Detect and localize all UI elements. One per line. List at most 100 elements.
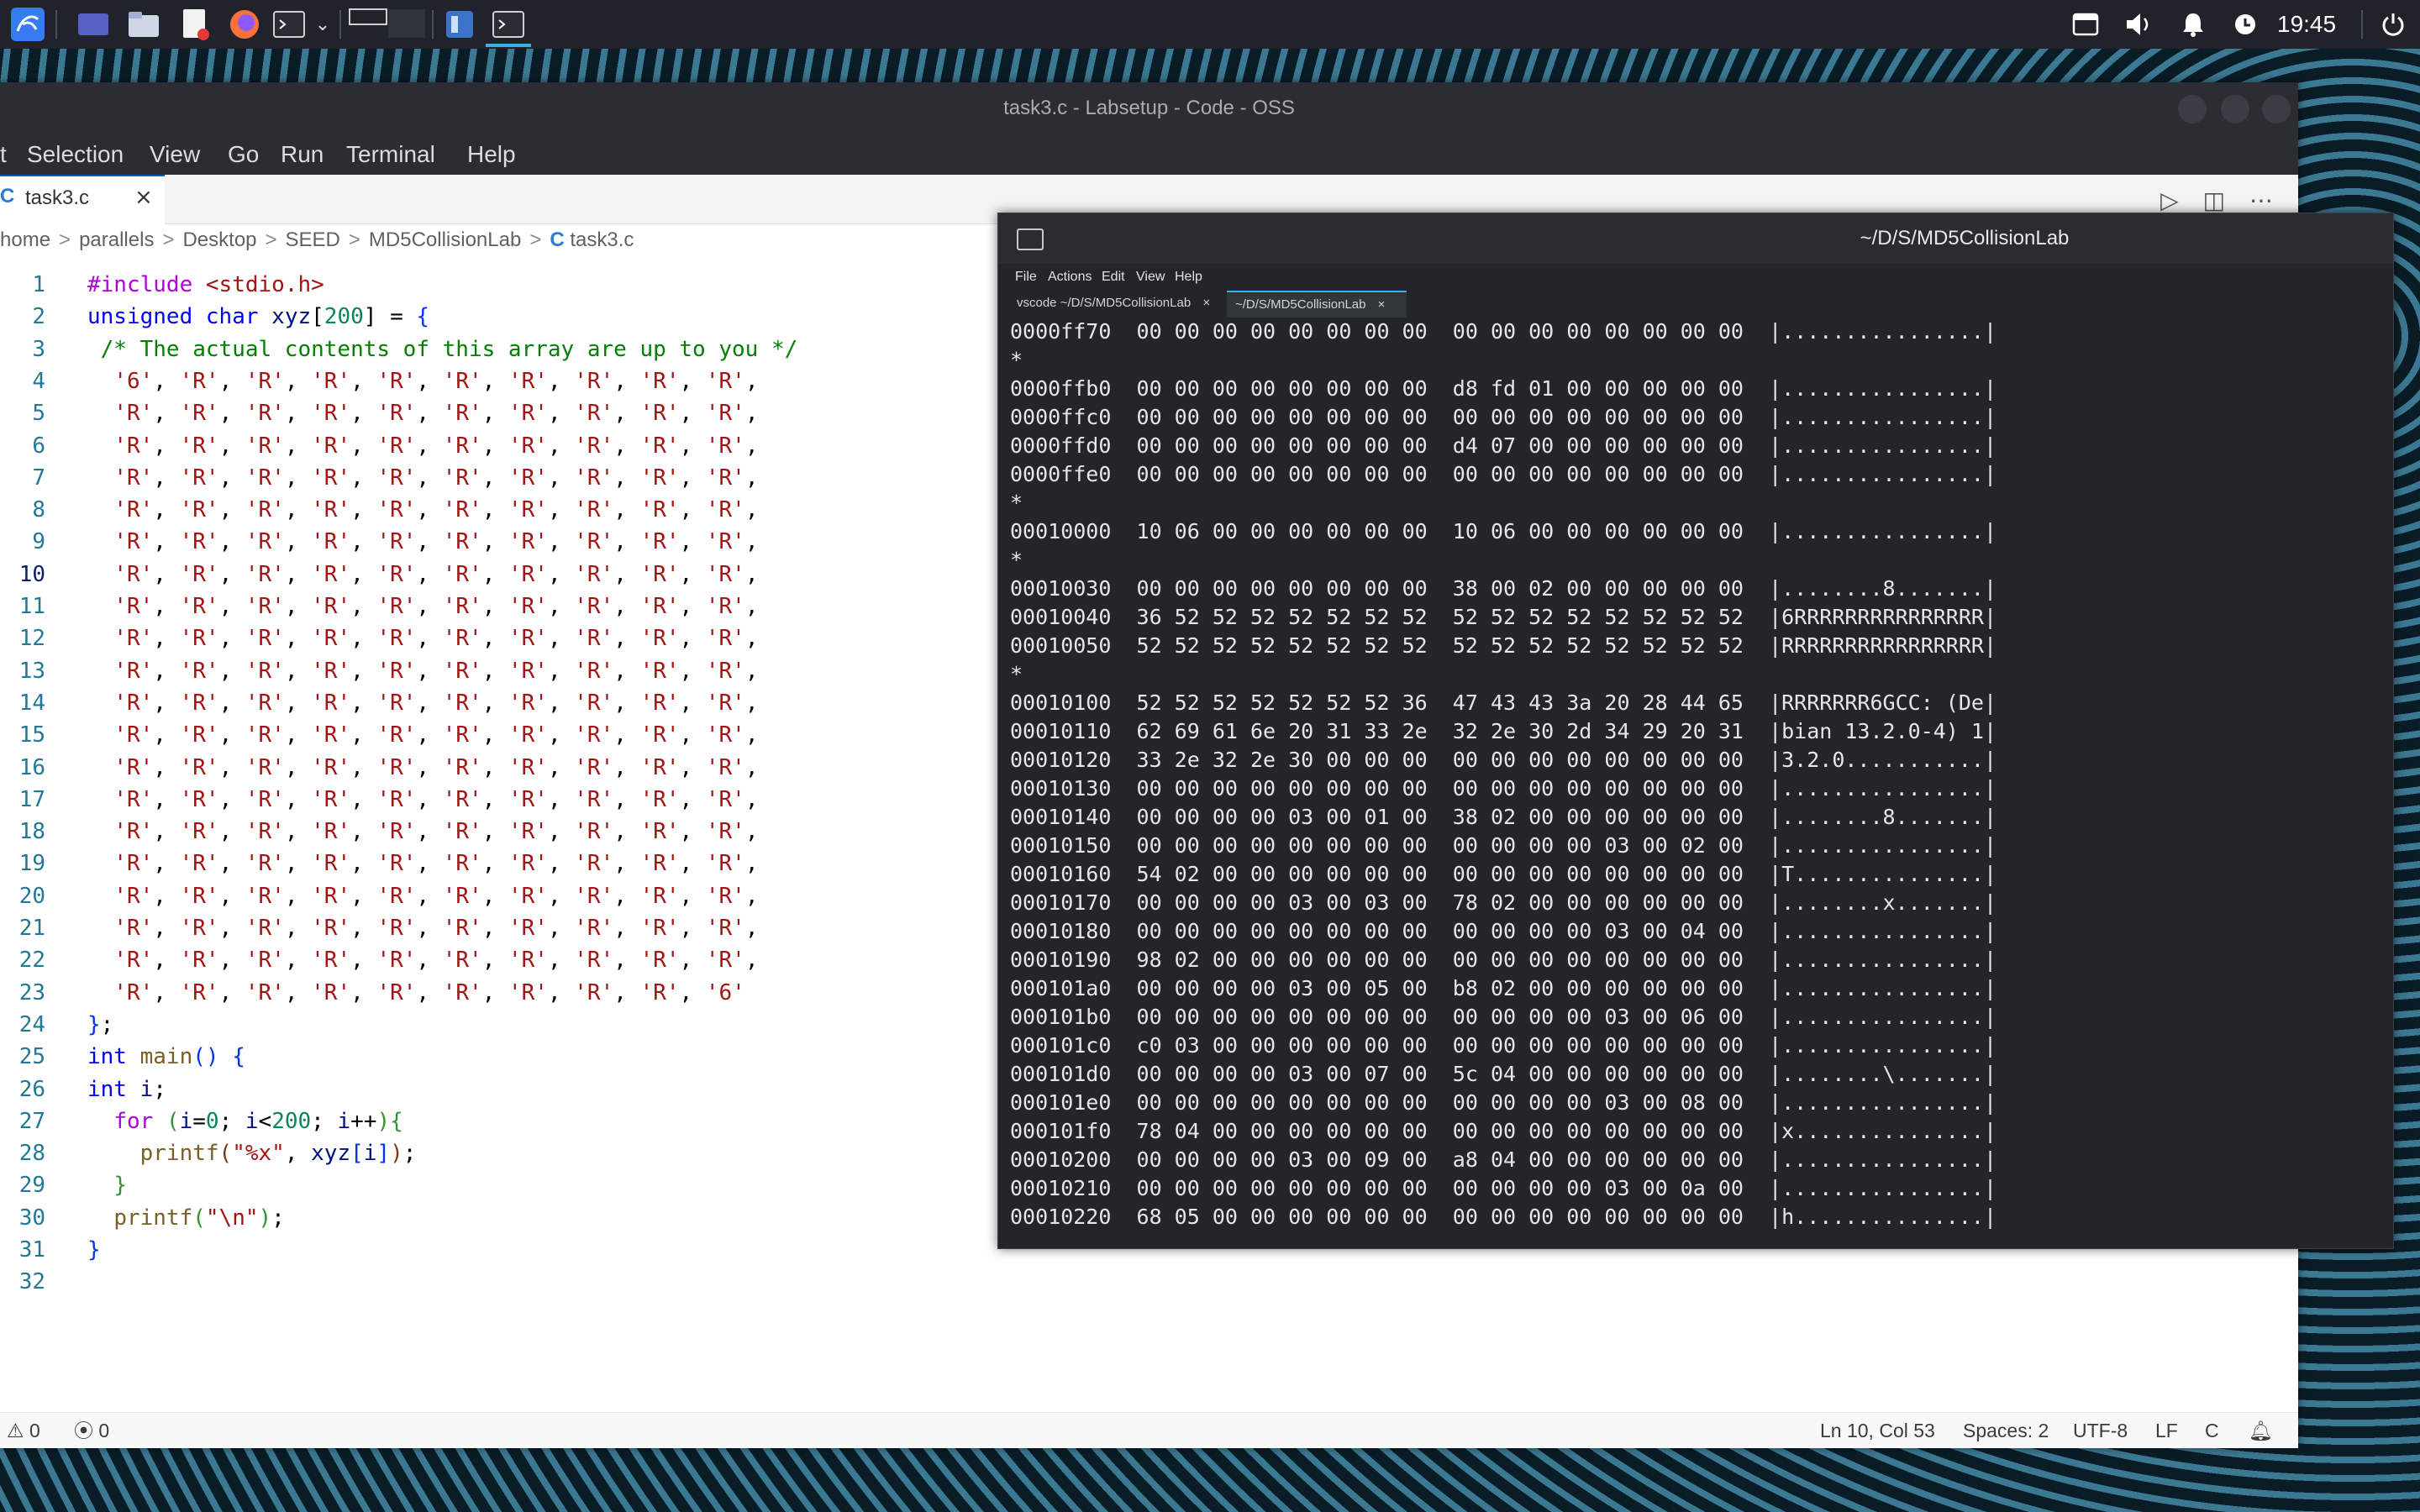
breadcrumb-seed[interactable]: SEED (286, 228, 340, 251)
tab-task3-c[interactable]: C task3.c × (0, 175, 165, 225)
notification-bell-icon[interactable]: 🔔︎ (2249, 1413, 2273, 1448)
window-switcher-icon[interactable] (346, 7, 429, 42)
code-text: 'R', 'R', 'R', 'R', 'R', 'R', 'R', 'R', … (113, 658, 759, 684)
line-number: 24 (18, 1011, 45, 1037)
problems-indicator[interactable]: ⚠ 0 (7, 1413, 40, 1448)
terminal-line: 000101d0 00 00 00 00 03 00 07 00 5c 04 0… (1010, 1062, 1996, 1086)
terminal-task-icon[interactable] (487, 7, 529, 42)
terminal-icon[interactable] (269, 7, 309, 42)
terminal-line: 00010140 00 00 00 00 03 00 01 00 38 02 0… (1010, 805, 1996, 829)
breadcrumb-desktop[interactable]: Desktop (182, 228, 256, 251)
menu-terminal[interactable]: Terminal (346, 134, 435, 175)
line-number: 32 (18, 1269, 45, 1295)
workspace-icon[interactable] (72, 7, 114, 42)
breadcrumb-md5collisionlab[interactable]: MD5CollisionLab (369, 228, 521, 251)
terminal-line: * (1010, 548, 1023, 572)
file-manager-icon[interactable] (123, 7, 165, 42)
text-editor-icon[interactable] (175, 7, 217, 42)
menu-help[interactable]: Help (1175, 264, 1202, 291)
menu-go[interactable]: Go (228, 134, 259, 175)
chevron-right-icon: > (59, 228, 71, 251)
firefox-icon[interactable] (224, 7, 266, 42)
taskbar: ⌄ 19:45 (0, 0, 2420, 49)
code-text: 'R', 'R', 'R', 'R', 'R', 'R', 'R', 'R', … (113, 916, 759, 941)
c-file-icon: C (0, 185, 15, 207)
menu-view[interactable]: View (150, 134, 200, 175)
tab-label: vscode ~/D/S/MD5CollisionLab (1017, 296, 1192, 310)
maximize-button[interactable] (2221, 95, 2249, 123)
terminal-line: 00010110 62 69 61 6e 20 31 33 2e 32 2e 3… (1010, 719, 1996, 743)
menu-edit[interactable]: t (0, 134, 7, 175)
cursor-position[interactable]: Ln 10, Col 53 (1820, 1413, 1935, 1448)
run-icon[interactable]: ▷ (2160, 186, 2179, 214)
menu-edit[interactable]: Edit (1102, 264, 1125, 291)
chevron-right-icon: > (265, 228, 277, 251)
clipboard-icon[interactable] (2067, 7, 2104, 42)
line-number: 9 (32, 529, 45, 555)
line-number: 19 (18, 851, 45, 877)
code-text: 'R', 'R', 'R', 'R', 'R', 'R', 'R', 'R', … (113, 754, 759, 780)
terminal-titlebar[interactable]: ~/D/S/MD5CollisionLab (998, 213, 2393, 264)
close-button[interactable] (2262, 95, 2291, 123)
window-titlebar[interactable]: task3.c - Labsetup - Code - OSS (0, 82, 2298, 134)
menu-actions[interactable]: Actions (1048, 264, 1092, 291)
terminal-tab-md5collisionlab[interactable]: ~/D/S/MD5CollisionLab × (1227, 291, 1407, 318)
more-actions-icon[interactable]: ⋯ (2249, 186, 2273, 214)
power-icon[interactable] (2375, 7, 2412, 42)
code-text: 'R', 'R', 'R', 'R', 'R', 'R', 'R', 'R', … (113, 465, 759, 491)
breadcrumb-home[interactable]: home (0, 228, 50, 251)
kali-menu-icon[interactable] (5, 7, 50, 42)
tab-close-icon[interactable]: × (134, 185, 153, 210)
terminal-line: 00010170 00 00 00 00 03 00 03 00 78 02 0… (1010, 890, 1996, 915)
code-text: 'R', 'R', 'R', 'R', 'R', 'R', 'R', 'R', … (113, 401, 759, 427)
tab-close-icon[interactable]: × (1378, 297, 1386, 312)
code-text: unsigned char xyz[200] = { (87, 304, 430, 330)
breadcrumb-file[interactable]: task3.c (570, 228, 634, 251)
code-text: printf("%x", xyz[i]); (139, 1141, 417, 1167)
code-text: 'R', 'R', 'R', 'R', 'R', 'R', 'R', 'R', … (113, 497, 759, 523)
menu-run[interactable]: Run (281, 134, 324, 175)
terminal-line: 000101f0 78 04 00 00 00 00 00 00 00 00 0… (1010, 1119, 1996, 1143)
terminal-line: 000101e0 00 00 00 00 00 00 00 00 00 00 0… (1010, 1090, 1996, 1115)
line-number: 17 (18, 786, 45, 812)
antenna-icon: ⦿ (74, 1420, 93, 1441)
chevron-down-icon[interactable]: ⌄ (309, 7, 336, 42)
line-number: 13 (18, 658, 45, 684)
split-editor-icon[interactable]: ◫ (2203, 186, 2225, 214)
terminal-line: 00010160 54 02 00 00 00 00 00 00 00 00 0… (1010, 862, 1996, 886)
terminal-output[interactable]: 0000ff70 00 00 00 00 00 00 00 00 00 00 0… (1010, 318, 2388, 1242)
code-text: 'R', 'R', 'R', 'R', 'R', 'R', 'R', 'R', … (113, 851, 759, 877)
code-text: '6', 'R', 'R', 'R', 'R', 'R', 'R', 'R', … (113, 368, 759, 394)
encoding[interactable]: UTF-8 (2073, 1413, 2128, 1448)
chevron-right-icon: > (162, 228, 175, 251)
menu-file[interactable]: File (1015, 264, 1037, 291)
line-ending[interactable]: LF (2155, 1413, 2178, 1448)
notification-bell-icon[interactable] (2175, 7, 2212, 42)
tab-close-icon[interactable]: × (1202, 296, 1210, 310)
language-mode[interactable]: C (2205, 1413, 2219, 1448)
code-text: 'R', 'R', 'R', 'R', 'R', 'R', 'R', 'R', … (113, 979, 745, 1005)
terminal-tab-bar: vscode ~/D/S/MD5CollisionLab × ~/D/S/MD5… (998, 291, 2393, 318)
code-oss-icon[interactable] (440, 7, 479, 42)
volume-icon[interactable] (2121, 7, 2158, 42)
ports-indicator[interactable]: ⦿ 0 (74, 1413, 109, 1448)
clock[interactable]: 19:45 (2277, 5, 2336, 44)
code-text: 'R', 'R', 'R', 'R', 'R', 'R', 'R', 'R', … (113, 594, 759, 619)
minimize-button[interactable] (2178, 95, 2207, 123)
indentation[interactable]: Spaces: 2 (1963, 1413, 2049, 1448)
code-text: 'R', 'R', 'R', 'R', 'R', 'R', 'R', 'R', … (113, 786, 759, 812)
breadcrumb-parallels[interactable]: parallels (79, 228, 154, 251)
line-number: 3 (32, 336, 45, 362)
menu-bar: t Selection View Go Run Terminal Help (0, 134, 2298, 175)
line-number: 15 (18, 722, 45, 748)
terminal-line: 00010130 00 00 00 00 00 00 00 00 00 00 0… (1010, 776, 1996, 801)
c-file-icon: C (550, 228, 565, 251)
terminal-tab-vscode[interactable]: vscode ~/D/S/MD5CollisionLab × (1008, 291, 1237, 316)
menu-view[interactable]: View (1136, 264, 1165, 291)
warning-icon: ⚠ (7, 1420, 24, 1441)
update-icon[interactable] (2227, 7, 2264, 42)
menu-help[interactable]: Help (467, 134, 516, 175)
code-text: /* The actual contents of this array are… (100, 336, 798, 362)
menu-selection[interactable]: Selection (27, 134, 124, 175)
code-editor[interactable]: 1 #include <stdio.h> 2 unsigned char xyz[20… (0, 269, 1008, 1361)
